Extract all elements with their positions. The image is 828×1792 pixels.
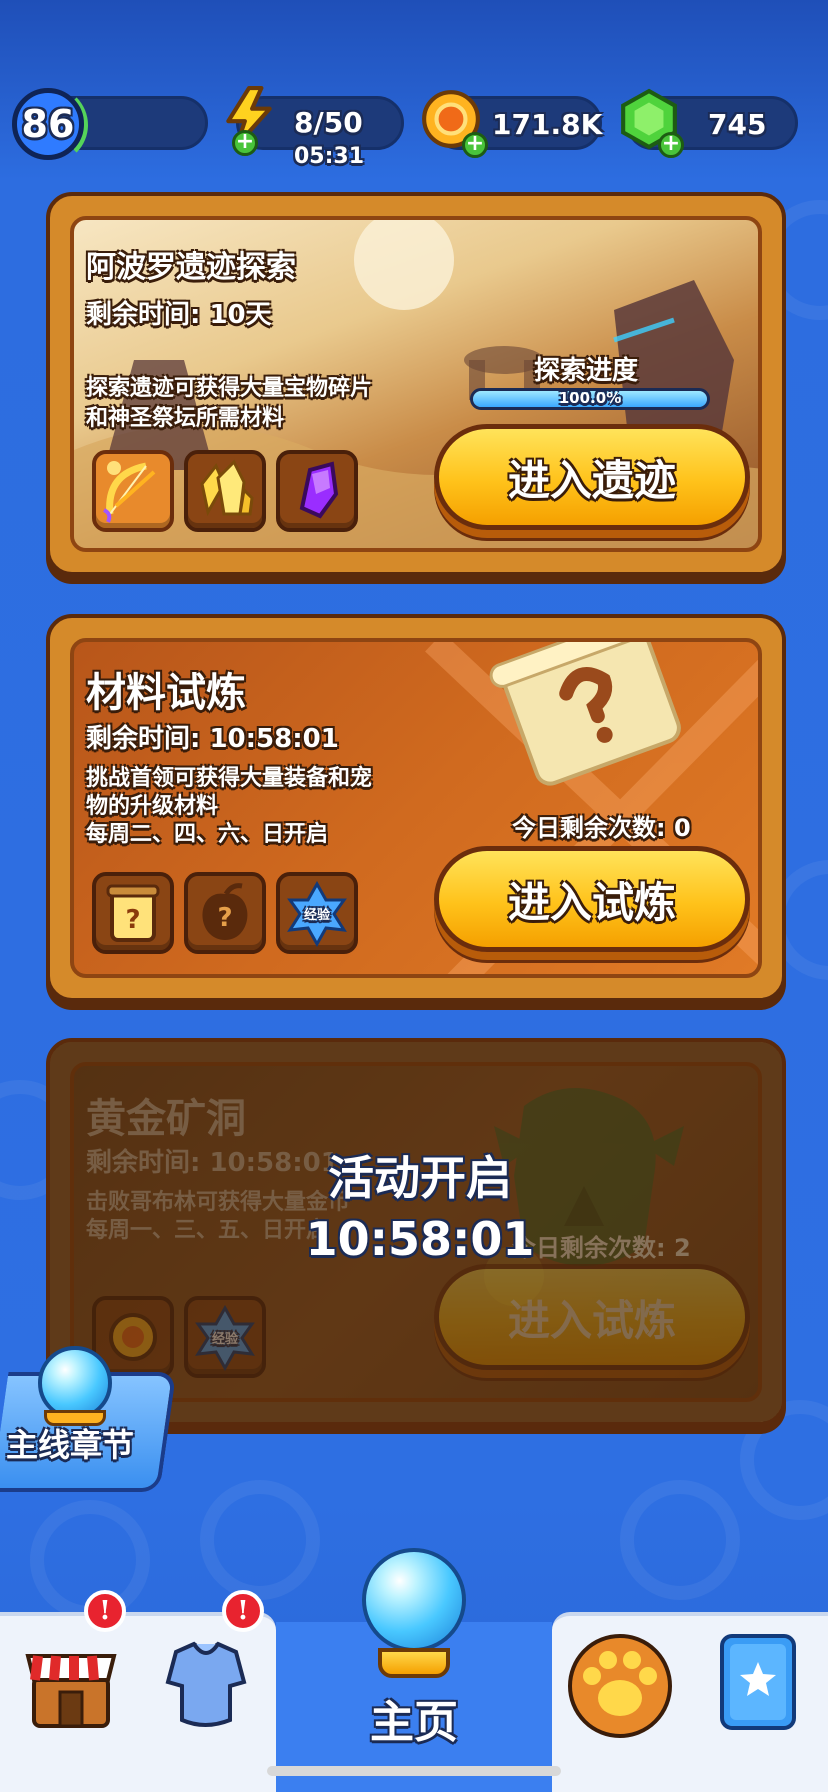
time-remaining: 剩余时间: 10:58:01 [86,724,339,754]
event-title: 阿波罗遗迹探索 [86,250,296,285]
shop-icon[interactable] [22,1634,120,1732]
event-title: 材料试炼 [86,670,246,716]
svg-text:?: ? [217,903,232,933]
armor-notification-badge: ! [222,1590,264,1632]
attempts-remaining: 今日剩余次数: 0 [512,814,691,842]
event-description-line1: 探索遗迹可获得大量宝物碎片 [86,376,373,401]
home-orb-stand [378,1648,450,1678]
locked-status: 活动开启 [328,1151,512,1205]
chapter-orb-icon [38,1346,112,1420]
reward-slot[interactable]: 经验 [276,872,358,954]
paw-icon[interactable] [564,1628,676,1740]
golden-bow-icon [103,461,156,523]
energy-value: 8/50 [294,106,363,139]
armor-icon[interactable] [156,1632,256,1732]
reward-slot[interactable]: ? [92,872,174,954]
home-label: 主页 [370,1697,458,1748]
exp-label: 经验 [303,908,330,923]
shop-notification-badge: ! [84,1590,126,1632]
yellow-crystal-icon [200,459,254,517]
coins-add-button[interactable]: + [462,132,488,158]
event-card-gold-mine[interactable]: 黄金矿洞 剩余时间: 10:58:01 击败哥布林可获得大量金币 每周一、三、五… [46,1038,786,1426]
reward-slot[interactable]: ? [184,872,266,954]
event-card-material-trial[interactable]: 材料试炼 剩余时间: 10:58:01 挑战首领可获得大量装备和宠 物的升级材料… [46,614,786,1002]
progress-text: 100.0% [558,389,622,407]
reward-slot[interactable] [276,450,358,532]
mystery-fruit-icon: ? [202,883,248,940]
energy-add-button[interactable]: + [232,130,258,156]
gems-add-button[interactable]: + [658,132,684,158]
reward-slot[interactable] [184,450,266,532]
event-description-line2: 和神圣祭坛所需材料 [86,406,285,431]
gems-value: 745 [708,108,767,141]
unlock-countdown: 10:58:01 [305,1212,535,1266]
event-description-line3: 每周二、四、六、日开启 [86,822,329,847]
home-indicator [267,1766,561,1776]
enter-trial-button[interactable]: 进入试炼 [434,846,750,952]
svg-text:?: ? [125,905,140,935]
player-level[interactable]: 86 [12,88,84,160]
event-card-ruins[interactable]: 阿波罗遗迹探索 剩余时间: 10天 探索遗迹可获得大量宝物碎片 和神圣祭坛所需材… [46,192,786,576]
energy-timer: 05:31 [294,144,365,169]
main-chapter-label: 主线章节 [6,1426,135,1464]
mystery-jar-icon: ? [106,884,160,942]
time-remaining: 剩余时间: 10天 [86,300,272,330]
progress-label: 探索进度 [534,356,639,386]
reward-slot[interactable] [92,450,174,532]
home-orb-icon[interactable] [362,1548,466,1652]
enter-ruins-button[interactable]: 进入遗迹 [434,424,750,530]
purple-gem-icon [299,461,339,519]
bottom-nav: ! ! 主页 [0,1548,828,1792]
resource-bar: 86 + 8/50 05:31 + 171.8K + 745 [0,86,828,169]
coins-value: 171.8K [492,108,603,141]
star-card-icon[interactable] [716,1630,800,1734]
